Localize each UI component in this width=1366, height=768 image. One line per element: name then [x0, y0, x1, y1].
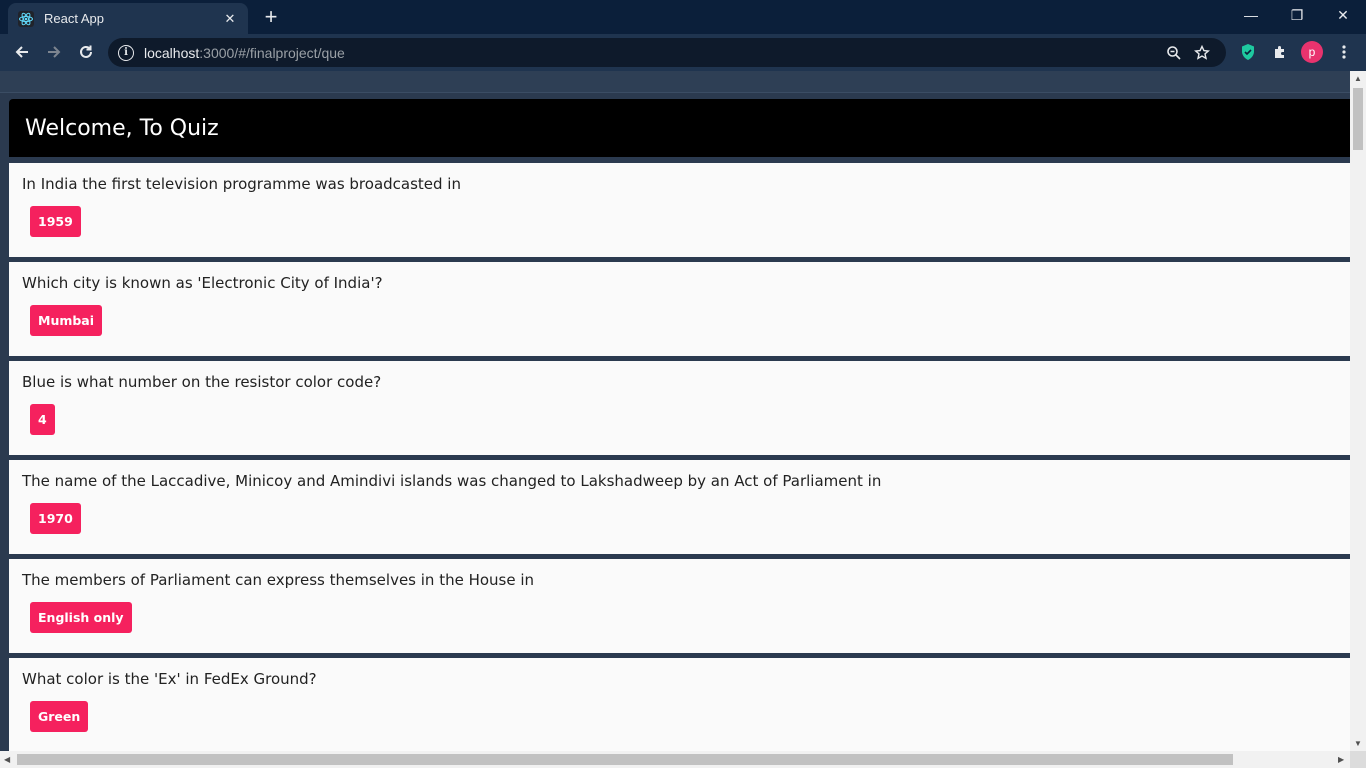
- answer-button[interactable]: 4: [30, 404, 55, 435]
- question-card: Blue is what number on the resistor colo…: [9, 361, 1350, 455]
- menu-kebab-icon[interactable]: [1331, 39, 1357, 65]
- site-info-icon[interactable]: i: [118, 44, 134, 61]
- react-icon: [18, 10, 34, 27]
- horizontal-scrollbar[interactable]: ◀ ▶: [0, 751, 1350, 768]
- question-text: What color is the 'Ex' in FedEx Ground?: [22, 670, 317, 688]
- page-viewport: Welcome, To Quiz In India the first tele…: [0, 71, 1350, 751]
- shield-extension-icon[interactable]: [1235, 39, 1261, 65]
- profile-avatar[interactable]: p: [1299, 39, 1325, 65]
- forward-arrow-icon: [48, 46, 61, 58]
- tab-close-icon[interactable]: ✕: [222, 11, 238, 27]
- answer-button[interactable]: Green: [30, 701, 89, 732]
- back-arrow-icon: [15, 46, 28, 58]
- question-card: What color is the 'Ex' in FedEx Ground? …: [9, 658, 1350, 751]
- answer-button[interactable]: 1970: [30, 503, 81, 534]
- question-card: The members of Parliament can express th…: [9, 559, 1350, 653]
- forward-button[interactable]: [40, 38, 68, 66]
- browser-title-bar: React App ✕ + — ❐ ✕: [0, 0, 1366, 34]
- question-card: Which city is known as 'Electronic City …: [9, 262, 1350, 356]
- new-tab-button[interactable]: +: [258, 4, 284, 30]
- close-window-button[interactable]: ✕: [1320, 0, 1366, 30]
- top-band: [0, 71, 1350, 93]
- question-card: In India the first television programme …: [9, 163, 1350, 257]
- minimize-button[interactable]: —: [1228, 0, 1274, 30]
- scrollbar-corner: [1350, 751, 1366, 768]
- answer-button[interactable]: English only: [30, 602, 132, 633]
- vertical-scroll-thumb[interactable]: [1353, 88, 1363, 150]
- url-host: localhost: [144, 44, 200, 61]
- question-text: In India the first television programme …: [22, 175, 461, 193]
- reload-icon: [80, 45, 92, 58]
- page-title: Welcome, To Quiz: [25, 115, 219, 141]
- tab-title: React App: [44, 11, 104, 26]
- horizontal-scroll-thumb[interactable]: [17, 754, 1233, 765]
- url-text[interactable]: localhost:3000/#/finalproject/que: [144, 45, 1160, 61]
- restore-button[interactable]: ❐: [1274, 0, 1320, 30]
- extensions-puzzle-icon[interactable]: [1267, 39, 1293, 65]
- question-card: The name of the Laccadive, Minicoy and A…: [9, 460, 1350, 554]
- question-text: The members of Parliament can express th…: [22, 571, 535, 589]
- zoom-icon[interactable]: [1160, 39, 1188, 67]
- reload-button[interactable]: [72, 38, 100, 66]
- question-text: Blue is what number on the resistor colo…: [22, 373, 382, 391]
- browser-toolbar: i localhost:3000/#/finalproject/que p: [0, 34, 1366, 71]
- answer-button[interactable]: 1959: [30, 206, 81, 237]
- browser-tab[interactable]: React App ✕: [8, 3, 248, 34]
- url-path: :3000/#/finalproject/que: [199, 44, 345, 61]
- question-text: Which city is known as 'Electronic City …: [22, 274, 383, 292]
- question-text: The name of the Laccadive, Minicoy and A…: [22, 472, 882, 490]
- scroll-down-icon[interactable]: ▼: [1354, 739, 1362, 748]
- scroll-up-icon[interactable]: ▲: [1354, 74, 1362, 83]
- scroll-right-icon[interactable]: ▶: [1338, 755, 1344, 764]
- vertical-scrollbar[interactable]: ▲ ▼: [1350, 71, 1366, 751]
- scroll-left-icon[interactable]: ◀: [4, 755, 10, 764]
- answer-button[interactable]: Mumbai: [30, 305, 103, 336]
- quiz-header: Welcome, To Quiz: [9, 99, 1350, 157]
- address-bar[interactable]: i localhost:3000/#/finalproject/que: [108, 38, 1226, 67]
- back-button[interactable]: [8, 38, 36, 66]
- bookmark-star-icon[interactable]: [1188, 39, 1216, 67]
